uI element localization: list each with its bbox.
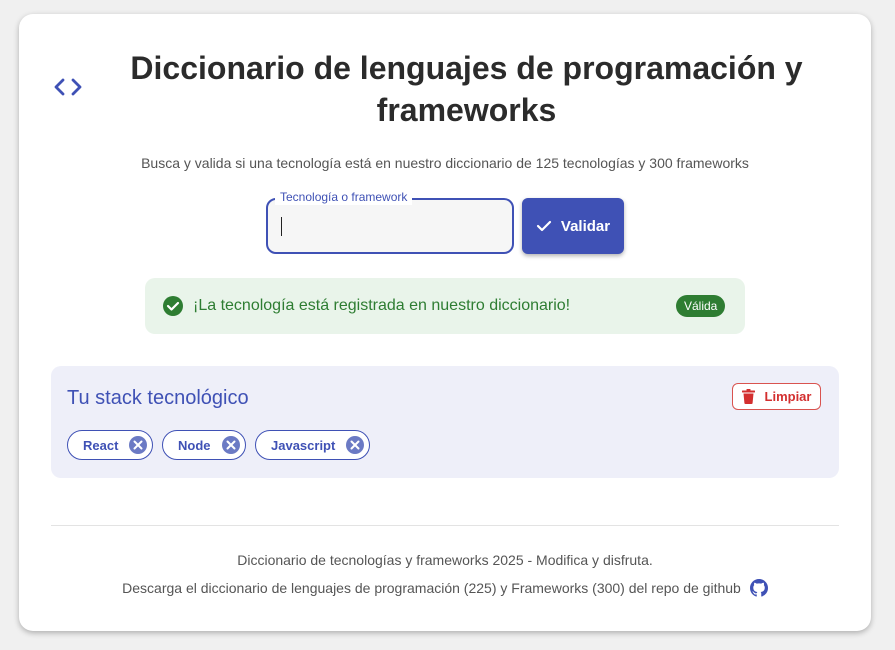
remove-chip-icon[interactable]	[346, 436, 365, 454]
check-circle-icon	[163, 296, 183, 316]
validate-button[interactable]: Validar	[522, 198, 624, 254]
github-icon[interactable]	[749, 579, 768, 597]
validate-button-label: Validar	[560, 217, 611, 235]
chip-node: Node	[162, 430, 246, 460]
clear-button[interactable]: Limpiar	[732, 383, 821, 410]
footer-download: Descarga el diccionario de lenguajes de …	[19, 579, 871, 597]
trash-icon	[741, 389, 755, 404]
chip-label: Node	[178, 437, 211, 453]
page-title: Diccionario de lenguajes de programación…	[130, 50, 803, 128]
tech-stack-panel: Tu stack tecnológico Limpiar React Node	[51, 366, 839, 478]
chip-javascript: Javascript	[255, 430, 371, 460]
footer-download-text: Descarga el diccionario de lenguajes de …	[122, 580, 741, 596]
technology-input-label: Tecnología o framework	[275, 189, 413, 205]
dictionary-card: Diccionario de lenguajes de programación…	[19, 14, 871, 631]
chip-react: React	[67, 430, 154, 460]
page-subtitle: Busca y valida si una tecnología está en…	[141, 155, 749, 171]
alert-message: ¡La tecnología está registrada en nuestr…	[193, 297, 571, 314]
success-alert: ¡La tecnología está registrada en nuestr…	[145, 278, 745, 334]
technology-input[interactable]	[266, 198, 514, 254]
stack-title: Tu stack tecnológico	[67, 387, 249, 409]
status-badge: Válida	[676, 295, 726, 317]
code-icon	[54, 78, 82, 96]
footer-credits: Diccionario de tecnologías y frameworks …	[237, 552, 653, 568]
clear-button-label: Limpiar	[764, 389, 812, 404]
remove-chip-icon[interactable]	[221, 436, 240, 454]
footer-divider	[51, 525, 839, 526]
header: Diccionario de lenguajes de programación…	[19, 14, 871, 144]
remove-chip-icon[interactable]	[129, 436, 148, 454]
chip-label: React	[83, 437, 119, 453]
check-icon	[536, 220, 551, 232]
chip-label: Javascript	[271, 437, 336, 453]
text-caret	[281, 217, 282, 236]
